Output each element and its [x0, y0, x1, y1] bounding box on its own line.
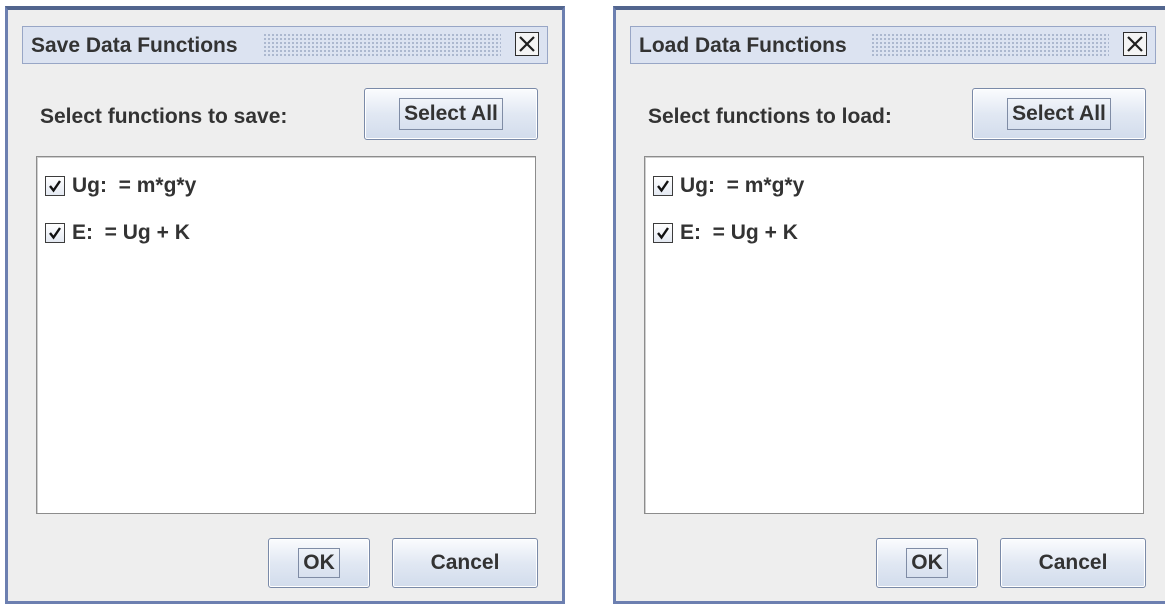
title-bar-texture: [263, 33, 501, 57]
save-data-functions-dialog: Save Data Functions Select functions to …: [5, 6, 565, 604]
select-all-button-label: Select All: [399, 98, 503, 130]
close-button[interactable]: [1123, 32, 1147, 56]
function-item-e[interactable]: E: = Ug + K: [45, 220, 190, 246]
functions-list[interactable]: Ug: = m*g*y E: = Ug + K: [36, 156, 536, 514]
close-icon: [1127, 36, 1143, 52]
checkmark-icon: [657, 180, 669, 193]
checkmark-icon: [49, 180, 61, 193]
function-label: Ug: = m*g*y: [72, 174, 197, 197]
load-data-functions-dialog: Load Data Functions Select functions to …: [613, 6, 1165, 604]
select-all-button[interactable]: Select All: [972, 88, 1146, 140]
checkmark-icon: [657, 227, 669, 240]
close-button[interactable]: [515, 32, 539, 56]
title-bar[interactable]: Load Data Functions: [616, 10, 1165, 70]
ok-button[interactable]: OK: [268, 538, 370, 588]
title-bar[interactable]: Save Data Functions: [8, 10, 562, 70]
select-functions-label: Select functions to load:: [648, 105, 892, 128]
cancel-button[interactable]: Cancel: [1000, 538, 1146, 588]
title-bar-frame: Save Data Functions: [22, 26, 548, 64]
functions-list[interactable]: Ug: = m*g*y E: = Ug + K: [644, 156, 1144, 514]
function-item-ug[interactable]: Ug: = m*g*y: [45, 173, 196, 199]
dialog-title: Save Data Functions: [31, 34, 246, 58]
function-checkbox[interactable]: [653, 176, 673, 196]
function-checkbox[interactable]: [45, 223, 65, 243]
close-icon: [519, 36, 535, 52]
function-label: E: = Ug + K: [72, 221, 190, 244]
checkmark-icon: [49, 227, 61, 240]
ok-button[interactable]: OK: [876, 538, 978, 588]
function-checkbox[interactable]: [45, 176, 65, 196]
dialog-title: Load Data Functions: [639, 34, 855, 58]
cancel-button[interactable]: Cancel: [392, 538, 538, 588]
function-label: E: = Ug + K: [680, 221, 798, 244]
select-all-button[interactable]: Select All: [364, 88, 538, 140]
function-item-e[interactable]: E: = Ug + K: [653, 220, 798, 246]
function-checkbox[interactable]: [653, 223, 673, 243]
title-bar-texture: [871, 33, 1109, 57]
function-label: Ug: = m*g*y: [680, 174, 805, 197]
ok-button-label: OK: [298, 548, 340, 578]
select-functions-label: Select functions to save:: [40, 105, 288, 128]
ok-button-label: OK: [906, 548, 948, 578]
select-all-button-label: Select All: [1007, 98, 1111, 130]
title-bar-frame: Load Data Functions: [630, 26, 1156, 64]
function-item-ug[interactable]: Ug: = m*g*y: [653, 173, 804, 199]
